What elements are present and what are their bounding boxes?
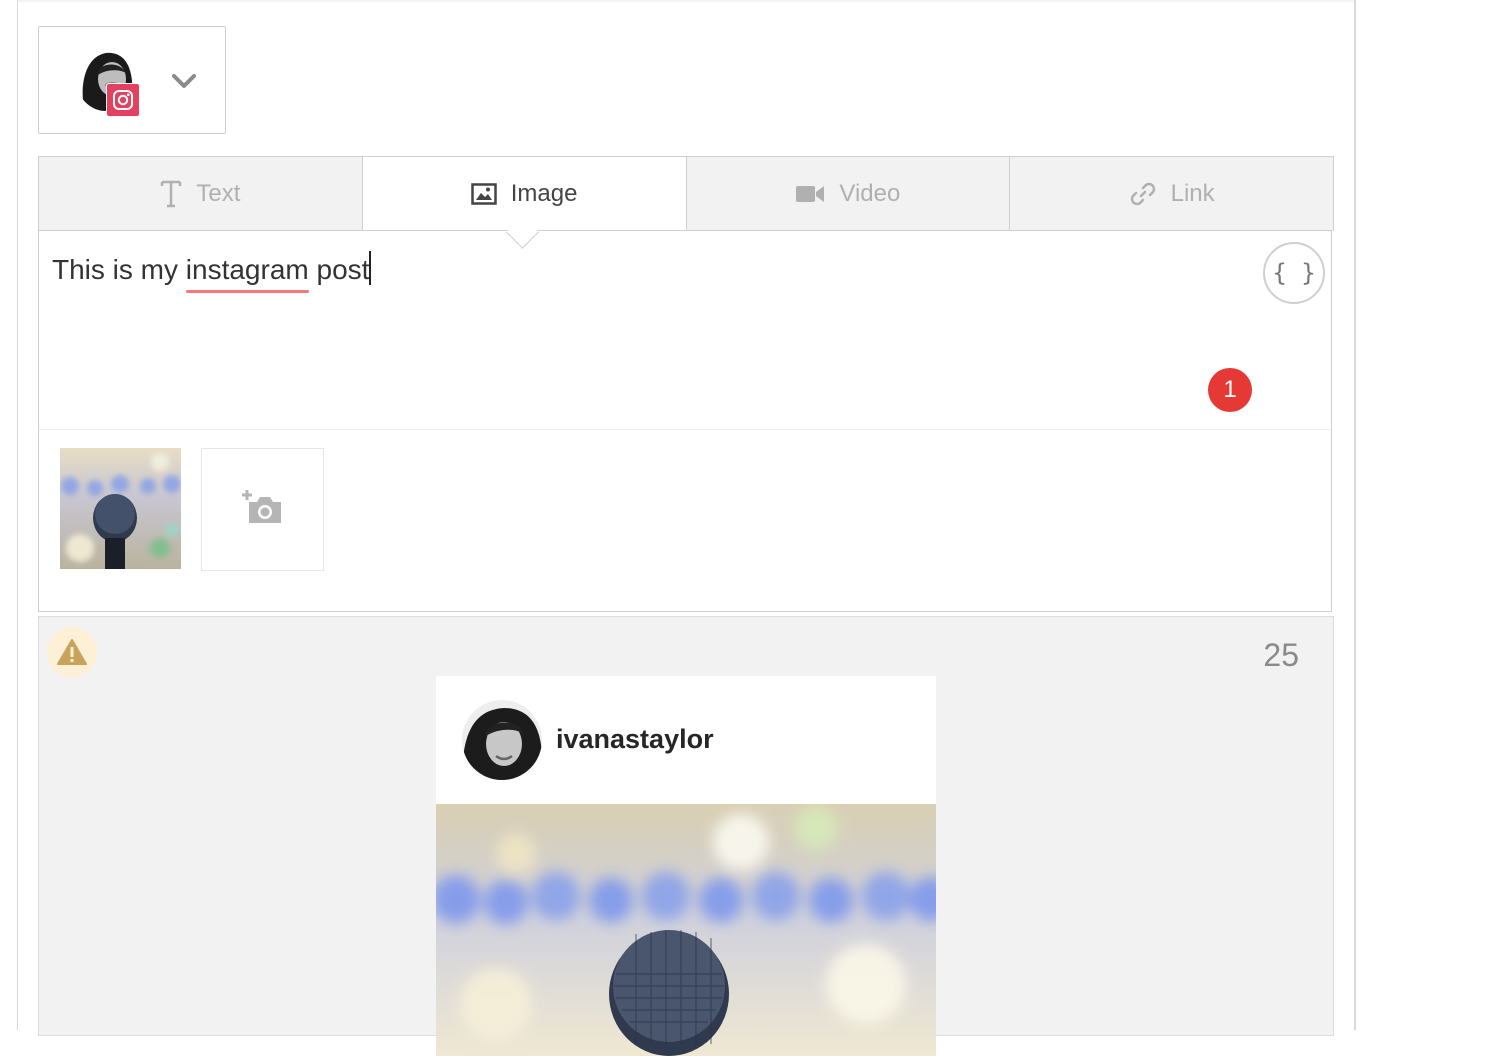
preview-avatar xyxy=(462,700,542,780)
post-text-part: post xyxy=(308,254,370,285)
tab-link-label: Link xyxy=(1170,180,1215,207)
post-preview: 25 ivanastaylor xyxy=(38,616,1334,1056)
tab-link[interactable]: Link xyxy=(1010,157,1333,231)
instagram-preview-card: ivanastaylor xyxy=(436,676,936,1056)
attached-image-thumbnail[interactable] xyxy=(60,448,181,569)
video-icon xyxy=(795,184,825,204)
tab-video[interactable]: Video xyxy=(687,157,1011,231)
post-editor: This is my instagram post { } 1 xyxy=(38,230,1332,612)
image-icon xyxy=(471,183,497,205)
variables-button[interactable]: { } xyxy=(1263,242,1325,304)
add-camera-icon xyxy=(241,488,285,531)
composer-top-edge xyxy=(17,0,1356,3)
add-photo-button[interactable] xyxy=(201,448,324,571)
text-icon xyxy=(160,180,182,208)
warning-icon[interactable] xyxy=(47,627,97,677)
instagram-icon xyxy=(106,83,140,117)
chevron-down-icon[interactable] xyxy=(170,67,198,95)
tab-text-label: Text xyxy=(196,180,241,207)
divider xyxy=(39,429,1331,430)
tab-text[interactable]: Text xyxy=(39,157,363,231)
misspelled-word[interactable]: instagram xyxy=(185,254,309,293)
tab-image[interactable]: Image xyxy=(362,157,687,231)
link-icon xyxy=(1129,180,1157,208)
composer-right-border xyxy=(1354,0,1356,1030)
account-selector[interactable] xyxy=(38,26,226,134)
notification-badge[interactable]: 1 xyxy=(1208,368,1252,412)
preview-username: ivanastaylor xyxy=(556,724,714,754)
post-type-tabs: Text Image Video Link xyxy=(38,156,1334,231)
preview-image xyxy=(436,804,936,1056)
character-count: 25 xyxy=(1263,637,1299,673)
post-text-part: This is my xyxy=(52,254,186,285)
composer-left-border xyxy=(17,0,18,1030)
preview-header: ivanastaylor xyxy=(436,676,936,804)
tab-image-label: Image xyxy=(510,180,578,207)
text-caret xyxy=(369,251,372,285)
tab-video-label: Video xyxy=(839,180,901,207)
post-text-input[interactable]: This is my instagram post xyxy=(52,251,372,293)
